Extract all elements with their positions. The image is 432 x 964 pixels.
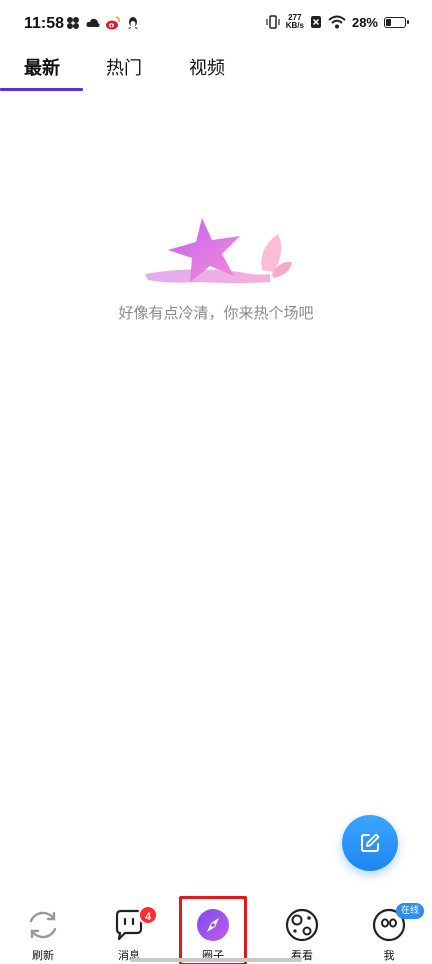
- vibrate-icon: [266, 15, 280, 29]
- compass-icon: [197, 909, 229, 941]
- online-status-badge: 在线: [396, 903, 425, 919]
- bottom-navigation: 刷新 4 消息 圈子 看看 在线 我: [0, 895, 432, 964]
- status-bar: 11:58 277 KB/s 28%: [0, 0, 432, 50]
- nav-me[interactable]: 在线 我: [346, 895, 432, 964]
- nav-messages[interactable]: 4 消息: [86, 895, 172, 964]
- qq-penguin-icon: [128, 17, 138, 29]
- feed-tabs: 最新 热门 视频: [0, 50, 432, 92]
- compose-icon: [361, 833, 380, 852]
- wifi-icon: [328, 15, 346, 29]
- tab-video[interactable]: 视频: [189, 54, 225, 80]
- battery-percent: 28%: [351, 14, 378, 30]
- nav-circles[interactable]: 圈子: [170, 895, 256, 964]
- network-speed-unit: KB/s: [285, 21, 304, 30]
- compose-button[interactable]: [342, 815, 398, 871]
- network-speed: 277 KB/s: [286, 14, 304, 30]
- nav-refresh-label: 刷新: [32, 949, 54, 962]
- refresh-icon: [29, 911, 57, 939]
- battery-icon: [384, 16, 409, 28]
- battery-level: [386, 18, 391, 26]
- tab-latest[interactable]: 最新: [24, 54, 60, 80]
- status-notification-icons: [66, 16, 140, 30]
- planet-icon: [285, 908, 319, 942]
- weibo-icon: [106, 16, 120, 30]
- nav-refresh[interactable]: 刷新: [0, 895, 86, 964]
- status-system-icons: 277 KB/s 28%: [266, 14, 409, 30]
- nav-me-label: 我: [383, 949, 395, 962]
- tab-popular[interactable]: 热门: [106, 54, 142, 80]
- status-time: 11:58: [24, 15, 65, 32]
- message-count-badge: 4: [138, 905, 158, 925]
- active-tab-indicator: [0, 88, 83, 91]
- no-sim-icon: [310, 16, 321, 28]
- nav-explore[interactable]: 看看: [259, 895, 345, 964]
- empty-state-message: 好像有点冷清，你来热个场吧: [118, 304, 314, 322]
- cloud-icon: [86, 18, 100, 27]
- empty-star-illustration: [145, 218, 292, 283]
- fan-icon: [67, 17, 79, 29]
- home-indicator[interactable]: [130, 958, 302, 962]
